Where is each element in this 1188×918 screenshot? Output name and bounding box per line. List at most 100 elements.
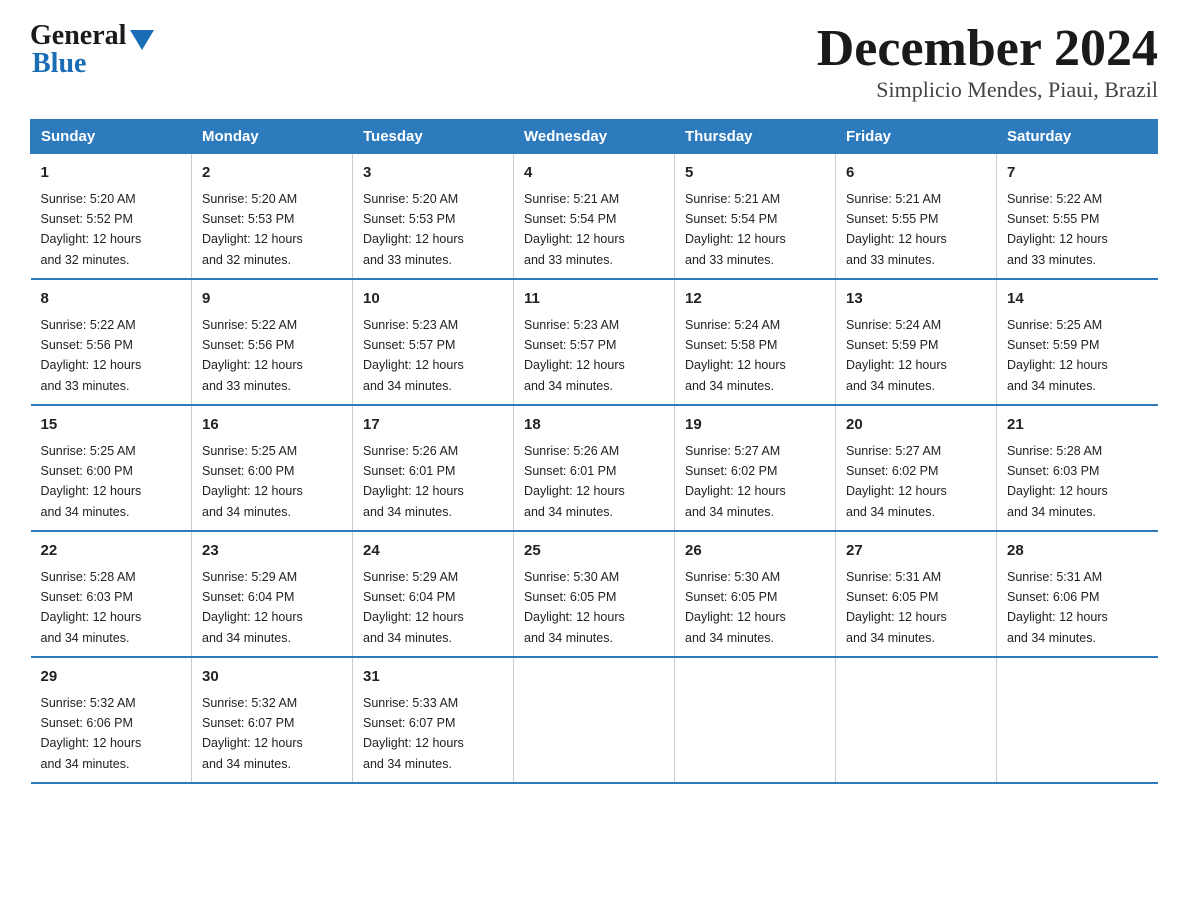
table-cell: 11 Sunrise: 5:23 AMSunset: 5:57 PMDaylig… — [514, 279, 675, 405]
table-cell: 9 Sunrise: 5:22 AMSunset: 5:56 PMDayligh… — [192, 279, 353, 405]
day-info: Sunrise: 5:26 AMSunset: 6:01 PMDaylight:… — [363, 444, 464, 519]
day-info: Sunrise: 5:29 AMSunset: 6:04 PMDaylight:… — [202, 570, 303, 645]
day-info: Sunrise: 5:20 AMSunset: 5:52 PMDaylight:… — [41, 192, 142, 267]
table-cell: 24 Sunrise: 5:29 AMSunset: 6:04 PMDaylig… — [353, 531, 514, 657]
table-cell: 12 Sunrise: 5:24 AMSunset: 5:58 PMDaylig… — [675, 279, 836, 405]
table-cell — [836, 657, 997, 783]
day-number: 25 — [524, 540, 664, 563]
table-cell: 6 Sunrise: 5:21 AMSunset: 5:55 PMDayligh… — [836, 154, 997, 280]
day-number: 27 — [846, 540, 986, 563]
day-info: Sunrise: 5:27 AMSunset: 6:02 PMDaylight:… — [846, 444, 947, 519]
day-number: 23 — [202, 540, 342, 563]
day-number: 7 — [1007, 162, 1148, 185]
day-info: Sunrise: 5:20 AMSunset: 5:53 PMDaylight:… — [202, 192, 303, 267]
day-info: Sunrise: 5:20 AMSunset: 5:53 PMDaylight:… — [363, 192, 464, 267]
day-info: Sunrise: 5:24 AMSunset: 5:58 PMDaylight:… — [685, 318, 786, 393]
table-cell: 2 Sunrise: 5:20 AMSunset: 5:53 PMDayligh… — [192, 154, 353, 280]
day-info: Sunrise: 5:32 AMSunset: 6:07 PMDaylight:… — [202, 696, 303, 771]
day-info: Sunrise: 5:29 AMSunset: 6:04 PMDaylight:… — [363, 570, 464, 645]
table-cell: 30 Sunrise: 5:32 AMSunset: 6:07 PMDaylig… — [192, 657, 353, 783]
day-number: 2 — [202, 162, 342, 185]
day-number: 11 — [524, 288, 664, 311]
day-number: 21 — [1007, 414, 1148, 437]
col-friday: Friday — [836, 120, 997, 154]
table-cell: 29 Sunrise: 5:32 AMSunset: 6:06 PMDaylig… — [31, 657, 192, 783]
table-cell: 1 Sunrise: 5:20 AMSunset: 5:52 PMDayligh… — [31, 154, 192, 280]
day-info: Sunrise: 5:23 AMSunset: 5:57 PMDaylight:… — [524, 318, 625, 393]
logo-triangle-icon — [130, 30, 154, 50]
table-cell: 3 Sunrise: 5:20 AMSunset: 5:53 PMDayligh… — [353, 154, 514, 280]
day-info: Sunrise: 5:22 AMSunset: 5:56 PMDaylight:… — [41, 318, 142, 393]
table-cell: 16 Sunrise: 5:25 AMSunset: 6:00 PMDaylig… — [192, 405, 353, 531]
calendar-week-4: 22 Sunrise: 5:28 AMSunset: 6:03 PMDaylig… — [31, 531, 1158, 657]
day-number: 29 — [41, 666, 182, 689]
table-cell: 17 Sunrise: 5:26 AMSunset: 6:01 PMDaylig… — [353, 405, 514, 531]
day-info: Sunrise: 5:25 AMSunset: 6:00 PMDaylight:… — [202, 444, 303, 519]
day-number: 22 — [41, 540, 182, 563]
col-monday: Monday — [192, 120, 353, 154]
table-cell: 7 Sunrise: 5:22 AMSunset: 5:55 PMDayligh… — [997, 154, 1158, 280]
month-title: December 2024 — [817, 20, 1158, 77]
calendar-table: Sunday Monday Tuesday Wednesday Thursday… — [30, 119, 1158, 784]
location-subtitle: Simplicio Mendes, Piaui, Brazil — [817, 77, 1158, 103]
day-number: 28 — [1007, 540, 1148, 563]
table-cell: 4 Sunrise: 5:21 AMSunset: 5:54 PMDayligh… — [514, 154, 675, 280]
title-block: December 2024 Simplicio Mendes, Piaui, B… — [817, 20, 1158, 103]
day-info: Sunrise: 5:26 AMSunset: 6:01 PMDaylight:… — [524, 444, 625, 519]
table-cell — [675, 657, 836, 783]
table-cell: 21 Sunrise: 5:28 AMSunset: 6:03 PMDaylig… — [997, 405, 1158, 531]
day-number: 9 — [202, 288, 342, 311]
calendar-week-1: 1 Sunrise: 5:20 AMSunset: 5:52 PMDayligh… — [31, 154, 1158, 280]
table-cell: 10 Sunrise: 5:23 AMSunset: 5:57 PMDaylig… — [353, 279, 514, 405]
table-cell — [514, 657, 675, 783]
col-sunday: Sunday — [31, 120, 192, 154]
col-wednesday: Wednesday — [514, 120, 675, 154]
day-number: 10 — [363, 288, 503, 311]
table-cell: 31 Sunrise: 5:33 AMSunset: 6:07 PMDaylig… — [353, 657, 514, 783]
day-info: Sunrise: 5:31 AMSunset: 6:05 PMDaylight:… — [846, 570, 947, 645]
day-info: Sunrise: 5:25 AMSunset: 5:59 PMDaylight:… — [1007, 318, 1108, 393]
day-info: Sunrise: 5:21 AMSunset: 5:54 PMDaylight:… — [685, 192, 786, 267]
day-number: 16 — [202, 414, 342, 437]
day-number: 5 — [685, 162, 825, 185]
day-number: 20 — [846, 414, 986, 437]
calendar-header-row: Sunday Monday Tuesday Wednesday Thursday… — [31, 120, 1158, 154]
day-number: 26 — [685, 540, 825, 563]
day-info: Sunrise: 5:22 AMSunset: 5:55 PMDaylight:… — [1007, 192, 1108, 267]
logo: General Blue — [30, 20, 154, 80]
day-number: 24 — [363, 540, 503, 563]
day-number: 3 — [363, 162, 503, 185]
col-saturday: Saturday — [997, 120, 1158, 154]
day-info: Sunrise: 5:21 AMSunset: 5:55 PMDaylight:… — [846, 192, 947, 267]
day-number: 14 — [1007, 288, 1148, 311]
table-cell: 14 Sunrise: 5:25 AMSunset: 5:59 PMDaylig… — [997, 279, 1158, 405]
table-cell: 8 Sunrise: 5:22 AMSunset: 5:56 PMDayligh… — [31, 279, 192, 405]
day-info: Sunrise: 5:25 AMSunset: 6:00 PMDaylight:… — [41, 444, 142, 519]
day-info: Sunrise: 5:33 AMSunset: 6:07 PMDaylight:… — [363, 696, 464, 771]
table-cell — [997, 657, 1158, 783]
table-cell: 25 Sunrise: 5:30 AMSunset: 6:05 PMDaylig… — [514, 531, 675, 657]
day-number: 31 — [363, 666, 503, 689]
day-number: 17 — [363, 414, 503, 437]
day-number: 30 — [202, 666, 342, 689]
table-cell: 27 Sunrise: 5:31 AMSunset: 6:05 PMDaylig… — [836, 531, 997, 657]
day-info: Sunrise: 5:32 AMSunset: 6:06 PMDaylight:… — [41, 696, 142, 771]
day-number: 1 — [41, 162, 182, 185]
day-info: Sunrise: 5:22 AMSunset: 5:56 PMDaylight:… — [202, 318, 303, 393]
day-number: 19 — [685, 414, 825, 437]
calendar-week-2: 8 Sunrise: 5:22 AMSunset: 5:56 PMDayligh… — [31, 279, 1158, 405]
col-tuesday: Tuesday — [353, 120, 514, 154]
table-cell: 20 Sunrise: 5:27 AMSunset: 6:02 PMDaylig… — [836, 405, 997, 531]
day-number: 12 — [685, 288, 825, 311]
table-cell: 18 Sunrise: 5:26 AMSunset: 6:01 PMDaylig… — [514, 405, 675, 531]
day-info: Sunrise: 5:24 AMSunset: 5:59 PMDaylight:… — [846, 318, 947, 393]
day-info: Sunrise: 5:23 AMSunset: 5:57 PMDaylight:… — [363, 318, 464, 393]
day-number: 18 — [524, 414, 664, 437]
table-cell: 26 Sunrise: 5:30 AMSunset: 6:05 PMDaylig… — [675, 531, 836, 657]
day-number: 6 — [846, 162, 986, 185]
col-thursday: Thursday — [675, 120, 836, 154]
table-cell: 28 Sunrise: 5:31 AMSunset: 6:06 PMDaylig… — [997, 531, 1158, 657]
day-info: Sunrise: 5:31 AMSunset: 6:06 PMDaylight:… — [1007, 570, 1108, 645]
day-info: Sunrise: 5:21 AMSunset: 5:54 PMDaylight:… — [524, 192, 625, 267]
table-cell: 22 Sunrise: 5:28 AMSunset: 6:03 PMDaylig… — [31, 531, 192, 657]
